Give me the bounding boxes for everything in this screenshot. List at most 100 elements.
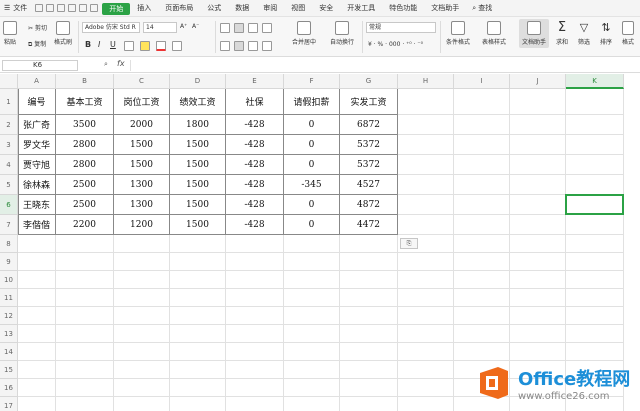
row-header-10[interactable]: 10 xyxy=(0,271,18,289)
cell-a17[interactable] xyxy=(18,397,56,411)
cell-e17[interactable] xyxy=(226,397,284,411)
cell-f2[interactable]: 0 xyxy=(284,115,340,135)
print-preview-icon[interactable] xyxy=(57,4,66,12)
indent-icon[interactable] xyxy=(262,23,272,33)
cell-d1[interactable]: 绩效工资 xyxy=(170,89,226,115)
cell-h2[interactable] xyxy=(398,115,454,135)
font-size-select[interactable]: 14 xyxy=(143,22,177,33)
cell-b11[interactable] xyxy=(56,289,114,307)
cell-a9[interactable] xyxy=(18,253,56,271)
italic-button[interactable]: I xyxy=(98,40,100,49)
tab-5[interactable]: 数据 xyxy=(228,0,256,17)
select-all-corner[interactable] xyxy=(0,74,18,89)
paste-button[interactable]: 粘贴 xyxy=(3,21,17,46)
cell-f1[interactable]: 请假扣薪 xyxy=(284,89,340,115)
column-header-b[interactable]: B xyxy=(56,74,114,89)
cell-f17[interactable] xyxy=(284,397,340,411)
cell-b17[interactable] xyxy=(56,397,114,411)
border-icon[interactable] xyxy=(124,41,134,51)
cell-e11[interactable] xyxy=(226,289,284,307)
wrap-text-button[interactable]: 自动换行 xyxy=(330,21,354,46)
cell-j8[interactable] xyxy=(510,235,566,253)
copy-button[interactable]: ⧉ 复制 xyxy=(28,39,46,49)
cell-b3[interactable]: 2800 xyxy=(56,135,114,155)
tab-11[interactable]: 文档助手 xyxy=(424,0,466,17)
cell-i1[interactable] xyxy=(454,89,510,115)
cell-g10[interactable] xyxy=(340,271,398,289)
cell-e2[interactable]: -428 xyxy=(226,115,284,135)
cell-b5[interactable]: 2500 xyxy=(56,175,114,195)
tab-10[interactable]: 特色功能 xyxy=(382,0,424,17)
row-header-6[interactable]: 6 xyxy=(0,195,18,215)
cell-d8[interactable] xyxy=(170,235,226,253)
cell-b16[interactable] xyxy=(56,379,114,397)
cell-c15[interactable] xyxy=(114,361,170,379)
sum-button[interactable]: Σ 求和 xyxy=(556,21,568,47)
row-header-2[interactable]: 2 xyxy=(0,115,18,135)
cut-button[interactable]: ✂ 剪切 xyxy=(28,23,47,32)
cell-b1[interactable]: 基本工资 xyxy=(56,89,114,115)
cell-e12[interactable] xyxy=(226,307,284,325)
cell-f15[interactable] xyxy=(284,361,340,379)
cell-f5[interactable]: -345 xyxy=(284,175,340,195)
cell-i14[interactable] xyxy=(454,343,510,361)
cell-i5[interactable] xyxy=(454,175,510,195)
cell-c6[interactable]: 1300 xyxy=(114,195,170,215)
cell-k2[interactable] xyxy=(566,115,624,135)
bold-button[interactable]: B xyxy=(85,40,91,49)
cell-f9[interactable] xyxy=(284,253,340,271)
cell-g13[interactable] xyxy=(340,325,398,343)
cell-g15[interactable] xyxy=(340,361,398,379)
cell-f7[interactable]: 0 xyxy=(284,215,340,235)
cell-e10[interactable] xyxy=(226,271,284,289)
cell-k7[interactable] xyxy=(566,215,624,235)
cell-f13[interactable] xyxy=(284,325,340,343)
tab-4[interactable]: 公式 xyxy=(200,0,228,17)
cell-i8[interactable] xyxy=(454,235,510,253)
cell-c5[interactable]: 1300 xyxy=(114,175,170,195)
cell-c7[interactable]: 1200 xyxy=(114,215,170,235)
cell-d2[interactable]: 1800 xyxy=(170,115,226,135)
cell-d16[interactable] xyxy=(170,379,226,397)
cell-c3[interactable]: 1500 xyxy=(114,135,170,155)
cell-a14[interactable] xyxy=(18,343,56,361)
align-right-icon[interactable] xyxy=(248,41,258,51)
tab-1[interactable]: 开始 xyxy=(102,2,131,15)
cell-k5[interactable] xyxy=(566,175,624,195)
cell-h10[interactable] xyxy=(398,271,454,289)
cell-k9[interactable] xyxy=(566,253,624,271)
cell-i2[interactable] xyxy=(454,115,510,135)
cell-j14[interactable] xyxy=(510,343,566,361)
cell-g5[interactable]: 4527 xyxy=(340,175,398,195)
cell-d3[interactable]: 1500 xyxy=(170,135,226,155)
cell-j5[interactable] xyxy=(510,175,566,195)
cell-j13[interactable] xyxy=(510,325,566,343)
cell-b13[interactable] xyxy=(56,325,114,343)
font-color-icon[interactable] xyxy=(156,41,166,51)
column-header-a[interactable]: A xyxy=(18,74,56,89)
cell-k4[interactable] xyxy=(566,155,624,175)
fill-color-icon[interactable] xyxy=(140,41,150,51)
cell-c11[interactable] xyxy=(114,289,170,307)
cell-k1[interactable] xyxy=(566,89,624,115)
cell-e8[interactable] xyxy=(226,235,284,253)
cell-c14[interactable] xyxy=(114,343,170,361)
doc-assistant-button[interactable]: 文档助手 xyxy=(519,19,550,48)
number-format-select[interactable]: 常规 xyxy=(366,22,436,33)
cell-h15[interactable] xyxy=(398,361,454,379)
cell-g6[interactable]: 4872 xyxy=(340,195,398,215)
cell-d13[interactable] xyxy=(170,325,226,343)
column-header-e[interactable]: E xyxy=(226,74,284,89)
cell-k13[interactable] xyxy=(566,325,624,343)
cell-c4[interactable]: 1500 xyxy=(114,155,170,175)
cell-c16[interactable] xyxy=(114,379,170,397)
cell-b8[interactable] xyxy=(56,235,114,253)
cell-b12[interactable] xyxy=(56,307,114,325)
cell-d14[interactable] xyxy=(170,343,226,361)
cell-e5[interactable]: -428 xyxy=(226,175,284,195)
selected-cell-k6[interactable] xyxy=(565,194,624,215)
cell-a15[interactable] xyxy=(18,361,56,379)
tab-7[interactable]: 视图 xyxy=(284,0,312,17)
cell-k11[interactable] xyxy=(566,289,624,307)
cell-f12[interactable] xyxy=(284,307,340,325)
